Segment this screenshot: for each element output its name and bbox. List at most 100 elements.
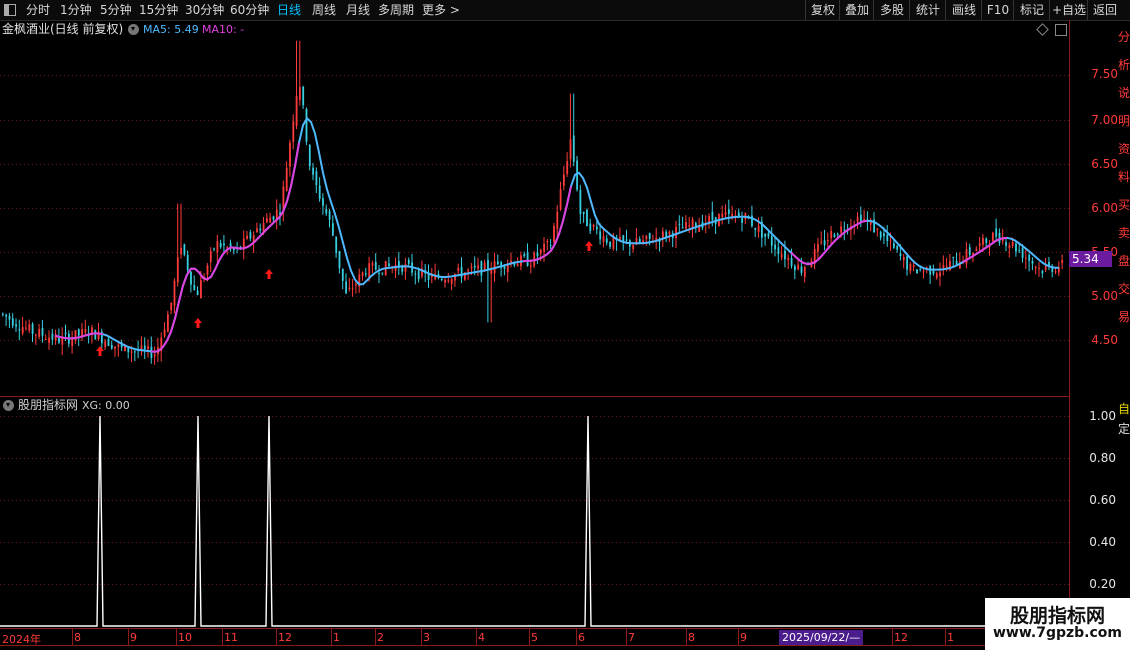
candle-body [724,212,727,215]
candle-body [978,243,981,246]
candle-body [173,280,176,306]
candle-body [404,264,407,272]
x-tick: 2 [377,631,384,644]
candle-body [546,240,549,243]
candle-body [1034,267,1037,269]
candle-body [932,270,935,274]
candle-body [645,235,648,240]
candle-body [612,237,615,249]
candle-body [856,217,859,222]
side-info-panel[interactable]: 分 析 说 明 资 料 买 卖 盘 交 易 [1118,20,1130,395]
settings-dropdown-icon[interactable] [128,24,139,35]
candle-body [1041,270,1044,274]
candle-body [114,346,116,349]
candle-body [490,270,493,274]
candle-body [797,264,800,270]
x-tick: 5 [531,631,538,644]
indicator-y-tick: 0.80 [1089,451,1116,465]
ma10-readout: MA10: - [202,23,245,36]
candle-body [269,217,272,223]
candle-body [625,239,628,241]
candle-body [325,209,328,214]
candle-body [219,243,222,248]
watermark-url: www.7gpzb.com [992,625,1122,641]
candle-body [955,260,958,265]
candle-body [879,231,882,238]
candle-body [305,108,308,142]
candle-body [322,198,324,206]
panel-toggle-icon[interactable] [1055,24,1067,36]
candle-body [668,231,671,235]
candle-body [800,266,803,273]
candle-body [11,318,14,326]
candle-body [569,139,572,160]
candle-body [21,327,24,334]
candle-body [678,223,681,225]
candle-body [909,263,912,272]
candle-body [939,272,941,277]
candle-body [193,284,196,290]
signal-arrow-icon [96,346,104,356]
candle-body [553,225,555,243]
candle-body [942,265,945,269]
indicator-title: 股朋指标网 [18,398,79,412]
candle-body [883,233,885,237]
candle-body [586,209,588,227]
candle-body [302,86,305,106]
candle-body [566,161,569,174]
candle-body [130,351,133,353]
side-text: 易 [1118,310,1130,324]
x-tick: 8 [74,631,81,644]
candle-body [186,254,189,271]
candle-body [582,211,585,214]
candle-body [338,251,341,269]
candle-body [952,256,955,258]
candle-body [602,236,605,242]
candle-body [341,268,344,281]
candle-body [153,354,156,357]
side-indicator-panel[interactable]: 自 定 [1118,398,1130,598]
y-tick: 7.00 [1091,113,1118,127]
signal-arrow-icon [265,269,273,279]
candle-body [223,243,225,246]
side-text: 盘 [1118,254,1130,268]
candle-body [15,324,17,327]
candle-body [886,234,889,242]
candle-body [896,246,899,250]
candle-body [345,281,347,294]
candle-body [117,344,120,347]
candle-body [648,232,651,239]
candle-body [318,185,321,200]
x-tick: 12 [278,631,292,644]
candle-body [477,265,479,269]
candle-body [549,245,552,247]
candle-body [272,216,275,220]
side-text: 料 [1118,170,1130,184]
candle-body [503,266,506,269]
candle-body [589,223,592,231]
candle-body [315,171,318,186]
candle-body [361,272,364,277]
candle-body [741,217,743,223]
candle-body [312,167,314,175]
side-text: 说 [1118,86,1130,100]
indicator-settings-icon[interactable] [3,400,14,411]
candle-body [351,288,354,290]
candle-body [906,256,908,270]
candle-body [18,329,21,331]
candle-body [876,228,879,230]
candle-body [348,287,351,290]
candle-body [35,334,37,336]
kline-chart[interactable] [0,0,1130,650]
candle-body [516,263,519,267]
candle-body [592,224,595,227]
candle-body [163,329,166,336]
side-text: 交 [1118,282,1130,296]
candle-body [579,189,582,214]
candle-body [256,228,258,233]
y-tick: 4.50 [1091,333,1118,347]
y-tick: 7.50 [1091,67,1118,81]
candle-body [473,266,476,268]
candle-body [414,273,417,275]
side-text: 明 [1118,114,1130,128]
